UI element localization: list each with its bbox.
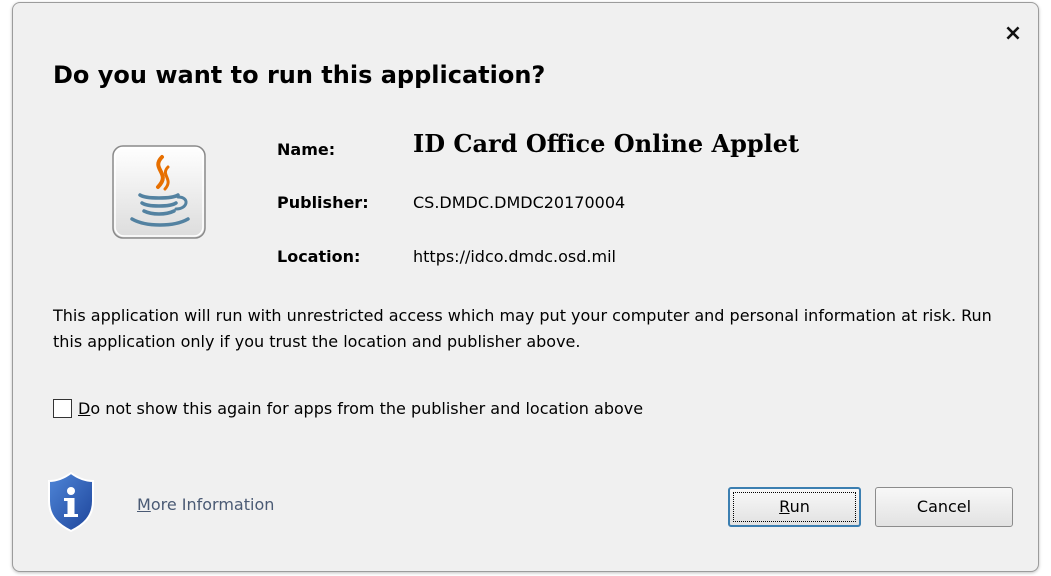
name-label: Name: [277, 140, 336, 159]
more-information-link[interactable]: More Information [137, 495, 274, 514]
dont-show-again-text: o not show this again for apps from the … [90, 399, 644, 418]
dont-show-again-option[interactable]: Do not show this again for apps from the… [53, 399, 643, 418]
location-label: Location: [277, 247, 361, 266]
close-icon: × [1003, 21, 1023, 46]
run-text: un [789, 497, 810, 516]
security-warning-text: This application will run with unrestric… [53, 306, 992, 351]
shield-info-icon [48, 471, 94, 533]
dont-show-again-label[interactable]: Do not show this again for apps from the… [78, 399, 643, 418]
dialog-title: Do you want to run this application? [53, 61, 546, 89]
app-name: ID Card Office Online Applet [413, 129, 800, 158]
cancel-button[interactable]: Cancel [875, 487, 1013, 527]
dont-show-again-mnemonic: D [78, 399, 91, 418]
publisher-label: Publisher: [277, 193, 369, 212]
location-value: https://idco.dmdc.osd.mil [413, 247, 616, 266]
dont-show-again-checkbox[interactable] [53, 399, 72, 418]
more-information-mnemonic: M [137, 495, 151, 514]
location-row: Location: https://idco.dmdc.osd.mil [277, 247, 616, 266]
publisher-value: CS.DMDC.DMDC20170004 [413, 193, 626, 212]
dialog-window: × Do you want to run this application? N… [12, 2, 1039, 572]
publisher-row: Publisher: CS.DMDC.DMDC20170004 [277, 193, 625, 212]
more-information-text: ore Information [150, 495, 275, 514]
close-button[interactable]: × [1002, 23, 1024, 45]
run-mnemonic: R [779, 497, 790, 516]
java-cup-icon [112, 145, 206, 239]
run-button[interactable]: Run [728, 487, 861, 527]
